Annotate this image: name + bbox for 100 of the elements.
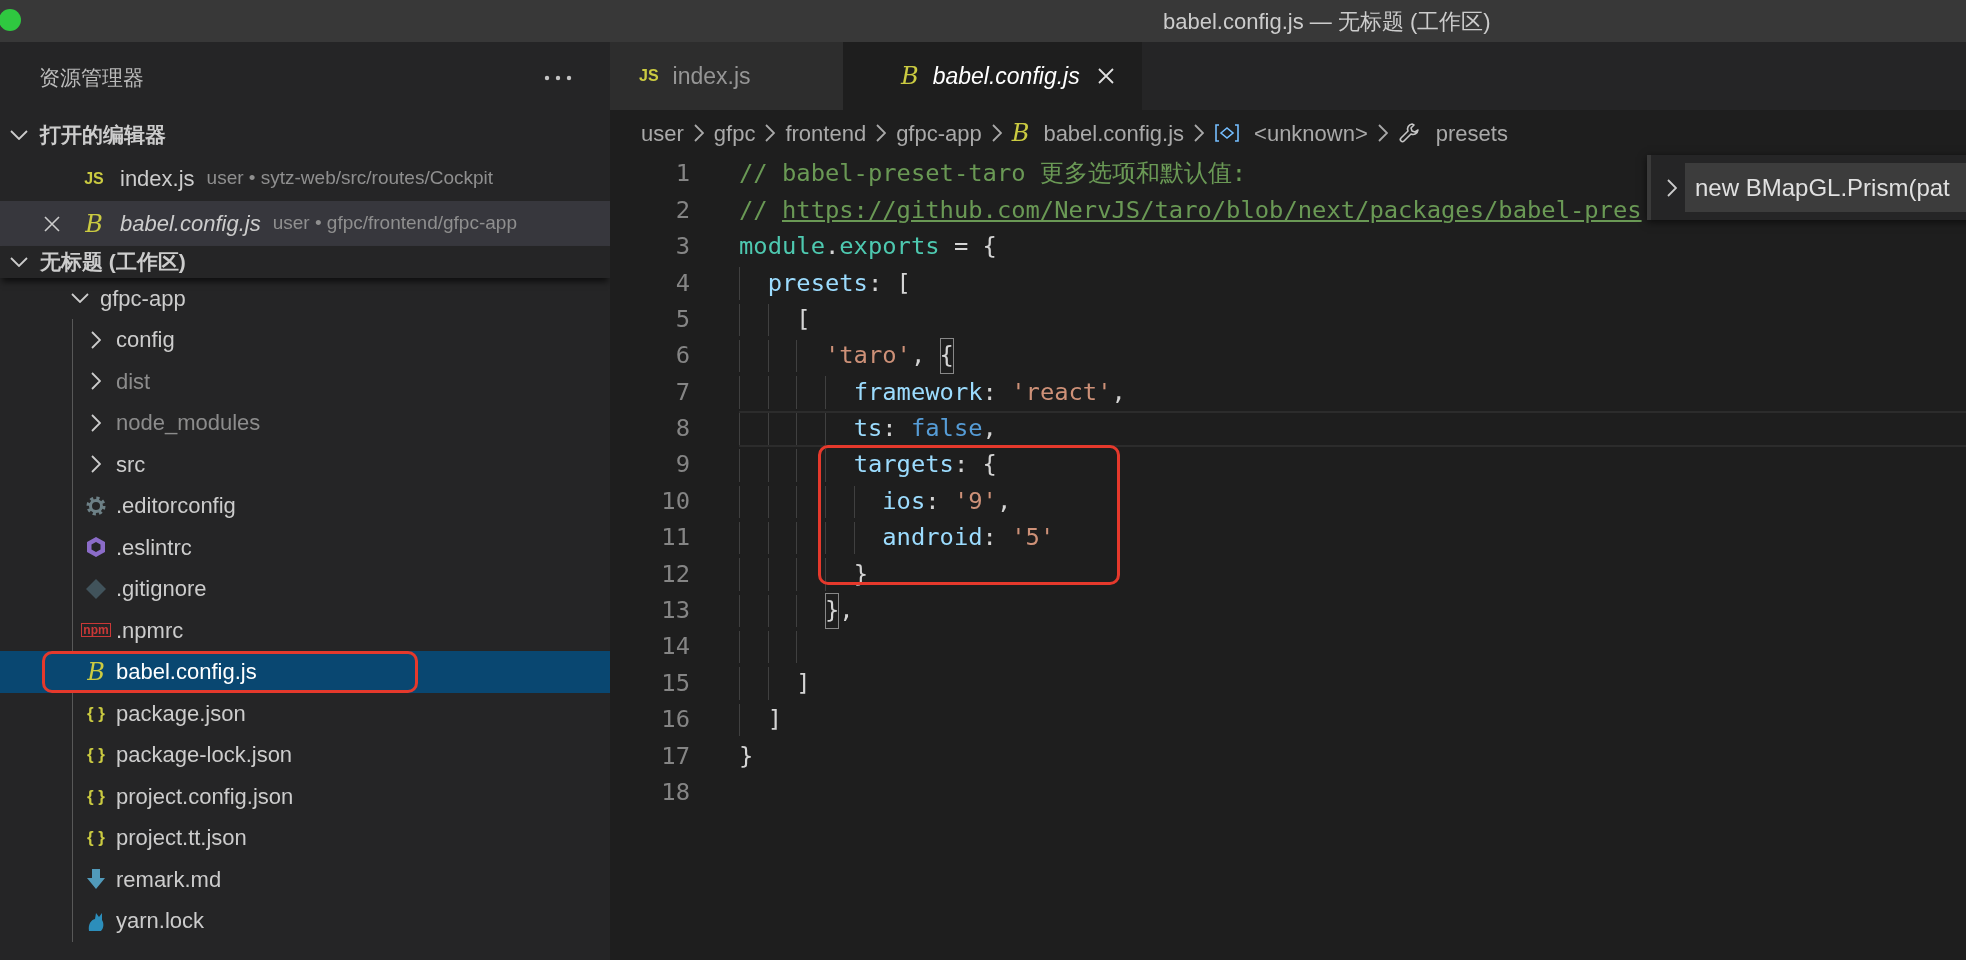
line-number: 16 — [660, 704, 690, 736]
hexagon-icon — [85, 536, 107, 559]
tree-item[interactable]: { } package.json — [0, 692, 610, 734]
line-number: 3 — [674, 231, 690, 263]
breadcrumb[interactable]: frontend — [785, 116, 867, 150]
js-icon: JS — [84, 170, 104, 187]
open-editor-item[interactable]: B babel.config.js user • gfpc/frontend/gfpc-app — [0, 201, 610, 246]
tree-item[interactable]: config — [0, 319, 610, 361]
chevron-icon — [991, 124, 1002, 142]
chevron-icon — [1194, 124, 1205, 142]
breadcrumb[interactable]: B babel.config.js — [1011, 116, 1185, 150]
brackets-icon — [1214, 122, 1241, 144]
breadcrumb[interactable]: <unknown> — [1214, 116, 1368, 150]
breadcrumb-label: presets — [1435, 119, 1508, 148]
file-name: project.config.json — [116, 782, 294, 811]
code-token: module — [739, 231, 825, 263]
code-comment: // babel-preset-taro 更多选项和默认值: — [739, 158, 1247, 190]
tree-item[interactable]: gfpc-app — [0, 277, 610, 319]
file-name: gfpc-app — [100, 284, 186, 313]
tree-item[interactable]: npm .npmrc — [0, 609, 610, 651]
braces-icon: { } — [87, 787, 105, 805]
code-token: : { — [953, 449, 997, 481]
file-path: user • gfpc/frontend/gfpc-app — [272, 211, 517, 236]
braces-icon: { } — [87, 746, 105, 764]
code-token: , — [982, 413, 997, 445]
file-name: .npmrc — [116, 616, 184, 645]
code-token: ts — [853, 413, 883, 445]
arrow-down-icon — [85, 868, 107, 891]
tab-label: index.js — [672, 61, 751, 91]
line-number: 2 — [674, 194, 690, 226]
tree-item[interactable]: { } project.config.json — [0, 775, 610, 817]
more-icon[interactable] — [544, 74, 572, 82]
breadcrumb[interactable]: gfpc-app — [896, 116, 982, 150]
code-token: [ — [796, 303, 811, 335]
file-name: yarn.lock — [116, 907, 205, 936]
code-token: 'taro' — [824, 340, 911, 372]
breadcrumb[interactable]: presets — [1397, 116, 1508, 150]
tree-item[interactable]: src — [0, 443, 610, 485]
line-number: 17 — [660, 740, 690, 772]
tree-item[interactable]: B babel.config.js — [0, 651, 610, 693]
code-token: : — [925, 485, 941, 517]
tree-item[interactable]: dist — [0, 360, 610, 402]
file-name: remark.md — [116, 865, 222, 894]
file-name: node_modules — [116, 409, 261, 438]
code-token: , — [1111, 376, 1126, 408]
js-icon: JS — [639, 68, 659, 84]
wrench-icon — [1397, 121, 1422, 145]
tree-item[interactable]: .gitignore — [0, 568, 610, 610]
file-name: dist — [116, 367, 151, 396]
line-number: 4 — [674, 267, 690, 299]
tree-item[interactable]: remark.md — [0, 858, 610, 900]
line-number: 15 — [660, 667, 690, 699]
tree-item[interactable]: node_modules — [0, 402, 610, 444]
code-link[interactable]: https://github.com/NervJS/taro/blob/next/packages/babel-pres — [782, 192, 1642, 229]
code-token: '9' — [953, 485, 997, 517]
breadcrumb-label: babel.config.js — [1043, 119, 1185, 148]
code-token: : — [982, 376, 998, 408]
breadcrumb-label: <unknown> — [1254, 119, 1368, 148]
file-name: babel.config.js — [120, 210, 261, 238]
open-editor-item[interactable]: JS index.js user • sytz-web/src/routes/Cockpit — [0, 156, 610, 201]
window-title: babel.config.js — 无标题 (工作区) — [1163, 7, 1491, 36]
code-token: presets — [767, 267, 868, 299]
letter-b-icon: B — [1011, 121, 1030, 145]
file-name: index.js — [120, 165, 195, 193]
file-name: .gitignore — [116, 575, 207, 604]
tree-item[interactable]: { } project.tt.json — [0, 817, 610, 859]
line-number: 10 — [660, 485, 690, 517]
line-number: 13 — [660, 595, 690, 627]
breadcrumb[interactable]: gfpc — [713, 116, 756, 150]
file-path: user • sytz-web/src/routes/Cockpit — [206, 166, 494, 191]
section-header[interactable]: 无标题 (工作区) — [0, 246, 610, 278]
code-token: ] — [767, 704, 782, 736]
input-field[interactable]: new BMapGL.Prism(pat — [1685, 163, 1966, 212]
file-name: project.tt.json — [116, 824, 247, 853]
tree-item[interactable]: { } package-lock.json — [0, 734, 610, 776]
line-number: 11 — [660, 522, 690, 554]
line-number: 5 — [674, 303, 690, 335]
letter-b-icon: B — [87, 659, 105, 684]
editor-tab[interactable]: JS index.js — [610, 42, 843, 110]
editor-tab[interactable]: B babel.config.js — [843, 42, 1142, 110]
breadcrumb[interactable]: user — [641, 116, 684, 150]
tree-item[interactable]: yarn.lock — [0, 900, 610, 942]
code-token: } — [739, 740, 754, 772]
tab-label: babel.config.js — [932, 61, 1080, 91]
code-token: false — [910, 413, 983, 445]
line-number: 8 — [674, 413, 690, 445]
code-token: , — [996, 485, 1012, 517]
tree-item[interactable]: .eslintrc — [0, 526, 610, 568]
code-token: = { — [952, 231, 997, 263]
line-number: 18 — [660, 777, 690, 808]
tree-item[interactable]: .editorconfig — [0, 485, 610, 527]
window-button[interactable] — [0, 8, 22, 32]
line-number: 9 — [674, 449, 690, 481]
code-token: ] — [796, 667, 811, 699]
file-name: .eslintrc — [116, 533, 192, 562]
letter-b-icon: B — [901, 64, 919, 88]
file-name: package-lock.json — [116, 741, 293, 770]
file-name: babel.config.js — [116, 658, 257, 687]
braces-icon: { } — [87, 829, 105, 847]
code-token: { — [939, 338, 954, 374]
